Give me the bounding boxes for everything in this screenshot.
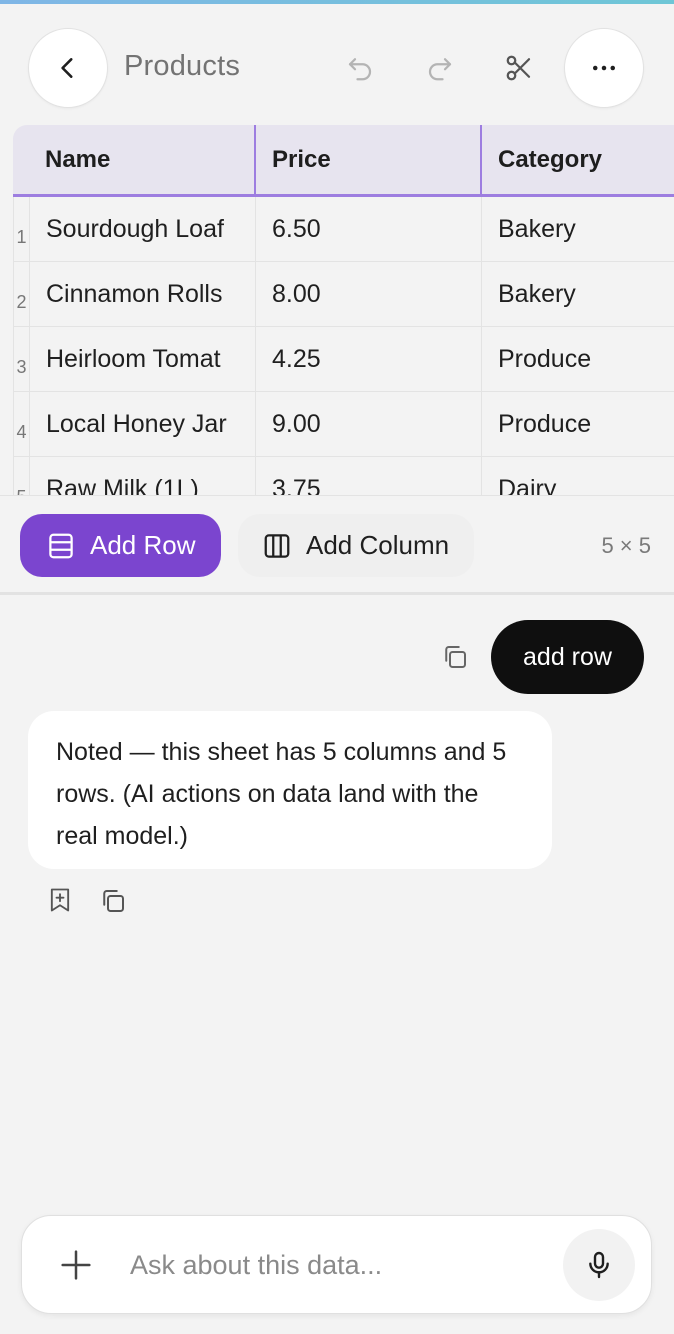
page-title: Products bbox=[124, 50, 241, 82]
cell-price[interactable]: 9.00 bbox=[255, 392, 481, 457]
cell-name[interactable]: Cinnamon Rolls bbox=[30, 262, 255, 327]
cell-category[interactable]: Dairy bbox=[481, 457, 674, 495]
copy-assistant-message-button[interactable] bbox=[98, 886, 128, 916]
cell-category[interactable]: Bakery bbox=[481, 262, 674, 327]
add-column-button[interactable]: Add Column bbox=[238, 514, 474, 577]
cell-name[interactable]: Raw Milk (1L) bbox=[30, 457, 255, 495]
cell-category[interactable]: Produce bbox=[481, 392, 674, 457]
table-row: 1 Sourdough Loaf 6.50 Bakery bbox=[13, 197, 674, 262]
chat-composer bbox=[21, 1215, 652, 1314]
plus-icon bbox=[61, 1250, 91, 1280]
copy-user-message-button[interactable] bbox=[440, 642, 470, 672]
undo-button[interactable] bbox=[340, 48, 380, 88]
cell-name[interactable]: Local Honey Jar bbox=[30, 392, 255, 457]
add-column-label: Add Column bbox=[306, 530, 450, 560]
voice-input-button[interactable] bbox=[563, 1229, 635, 1301]
cell-name[interactable]: Sourdough Loaf bbox=[30, 197, 255, 262]
microphone-icon bbox=[589, 1251, 609, 1279]
columns-icon bbox=[264, 533, 290, 558]
rows-icon bbox=[49, 533, 73, 558]
user-message-bubble: add row bbox=[491, 620, 644, 694]
redo-icon bbox=[428, 58, 452, 81]
cell-price[interactable]: 3.75 bbox=[255, 457, 481, 495]
bookmark-plus-icon bbox=[50, 888, 70, 912]
row-number: 5 bbox=[14, 457, 30, 495]
cut-button[interactable] bbox=[499, 48, 539, 88]
save-message-button[interactable] bbox=[46, 886, 76, 916]
cell-name[interactable]: Heirloom Tomat bbox=[30, 327, 255, 392]
copy-icon bbox=[103, 890, 124, 912]
cell-price[interactable]: 8.00 bbox=[255, 262, 481, 327]
assistant-message-actions bbox=[46, 886, 166, 916]
row-number: 3 bbox=[14, 327, 30, 392]
back-button[interactable] bbox=[28, 28, 108, 108]
cell-category[interactable]: Produce bbox=[481, 327, 674, 392]
table-row: 5 Raw Milk (1L) 3.75 Dairy bbox=[13, 457, 674, 495]
user-message-row: add row bbox=[0, 620, 674, 694]
table-header: Name Price Category bbox=[13, 125, 674, 197]
column-header-name[interactable]: Name bbox=[29, 125, 254, 194]
column-header-category[interactable]: Category bbox=[480, 125, 674, 194]
header: Products bbox=[0, 4, 674, 122]
row-number: 1 bbox=[14, 197, 30, 262]
copy-icon bbox=[445, 646, 466, 668]
attach-button[interactable] bbox=[56, 1245, 96, 1285]
table-row: 4 Local Honey Jar 9.00 Produce bbox=[13, 392, 674, 457]
scissors-icon bbox=[506, 55, 531, 81]
table-dimensions: 5 × 5 bbox=[601, 533, 651, 558]
column-header-price[interactable]: Price bbox=[254, 125, 480, 194]
cell-price[interactable]: 4.25 bbox=[255, 327, 481, 392]
table-row: 2 Cinnamon Rolls 8.00 Bakery bbox=[13, 262, 674, 327]
redo-button[interactable] bbox=[420, 48, 460, 88]
data-table: Name Price Category 1 Sourdough Loaf 6.5… bbox=[13, 125, 674, 495]
more-horizontal-icon bbox=[593, 65, 615, 71]
table-action-bar: Add Row Add Column 5 × 5 bbox=[0, 495, 674, 595]
assistant-message-bubble: Noted — this sheet has 5 columns and 5 r… bbox=[28, 711, 552, 869]
chevron-left-icon bbox=[61, 58, 73, 78]
more-options-button[interactable] bbox=[564, 28, 644, 108]
cell-category[interactable]: Bakery bbox=[481, 197, 674, 262]
table-row: 3 Heirloom Tomat 4.25 Produce bbox=[13, 327, 674, 392]
undo-icon bbox=[348, 58, 372, 81]
add-row-button[interactable]: Add Row bbox=[20, 514, 221, 577]
chat-input[interactable] bbox=[130, 1241, 550, 1289]
add-row-label: Add Row bbox=[90, 530, 196, 560]
row-number: 4 bbox=[14, 392, 30, 457]
cell-price[interactable]: 6.50 bbox=[255, 197, 481, 262]
row-number: 2 bbox=[14, 262, 30, 327]
